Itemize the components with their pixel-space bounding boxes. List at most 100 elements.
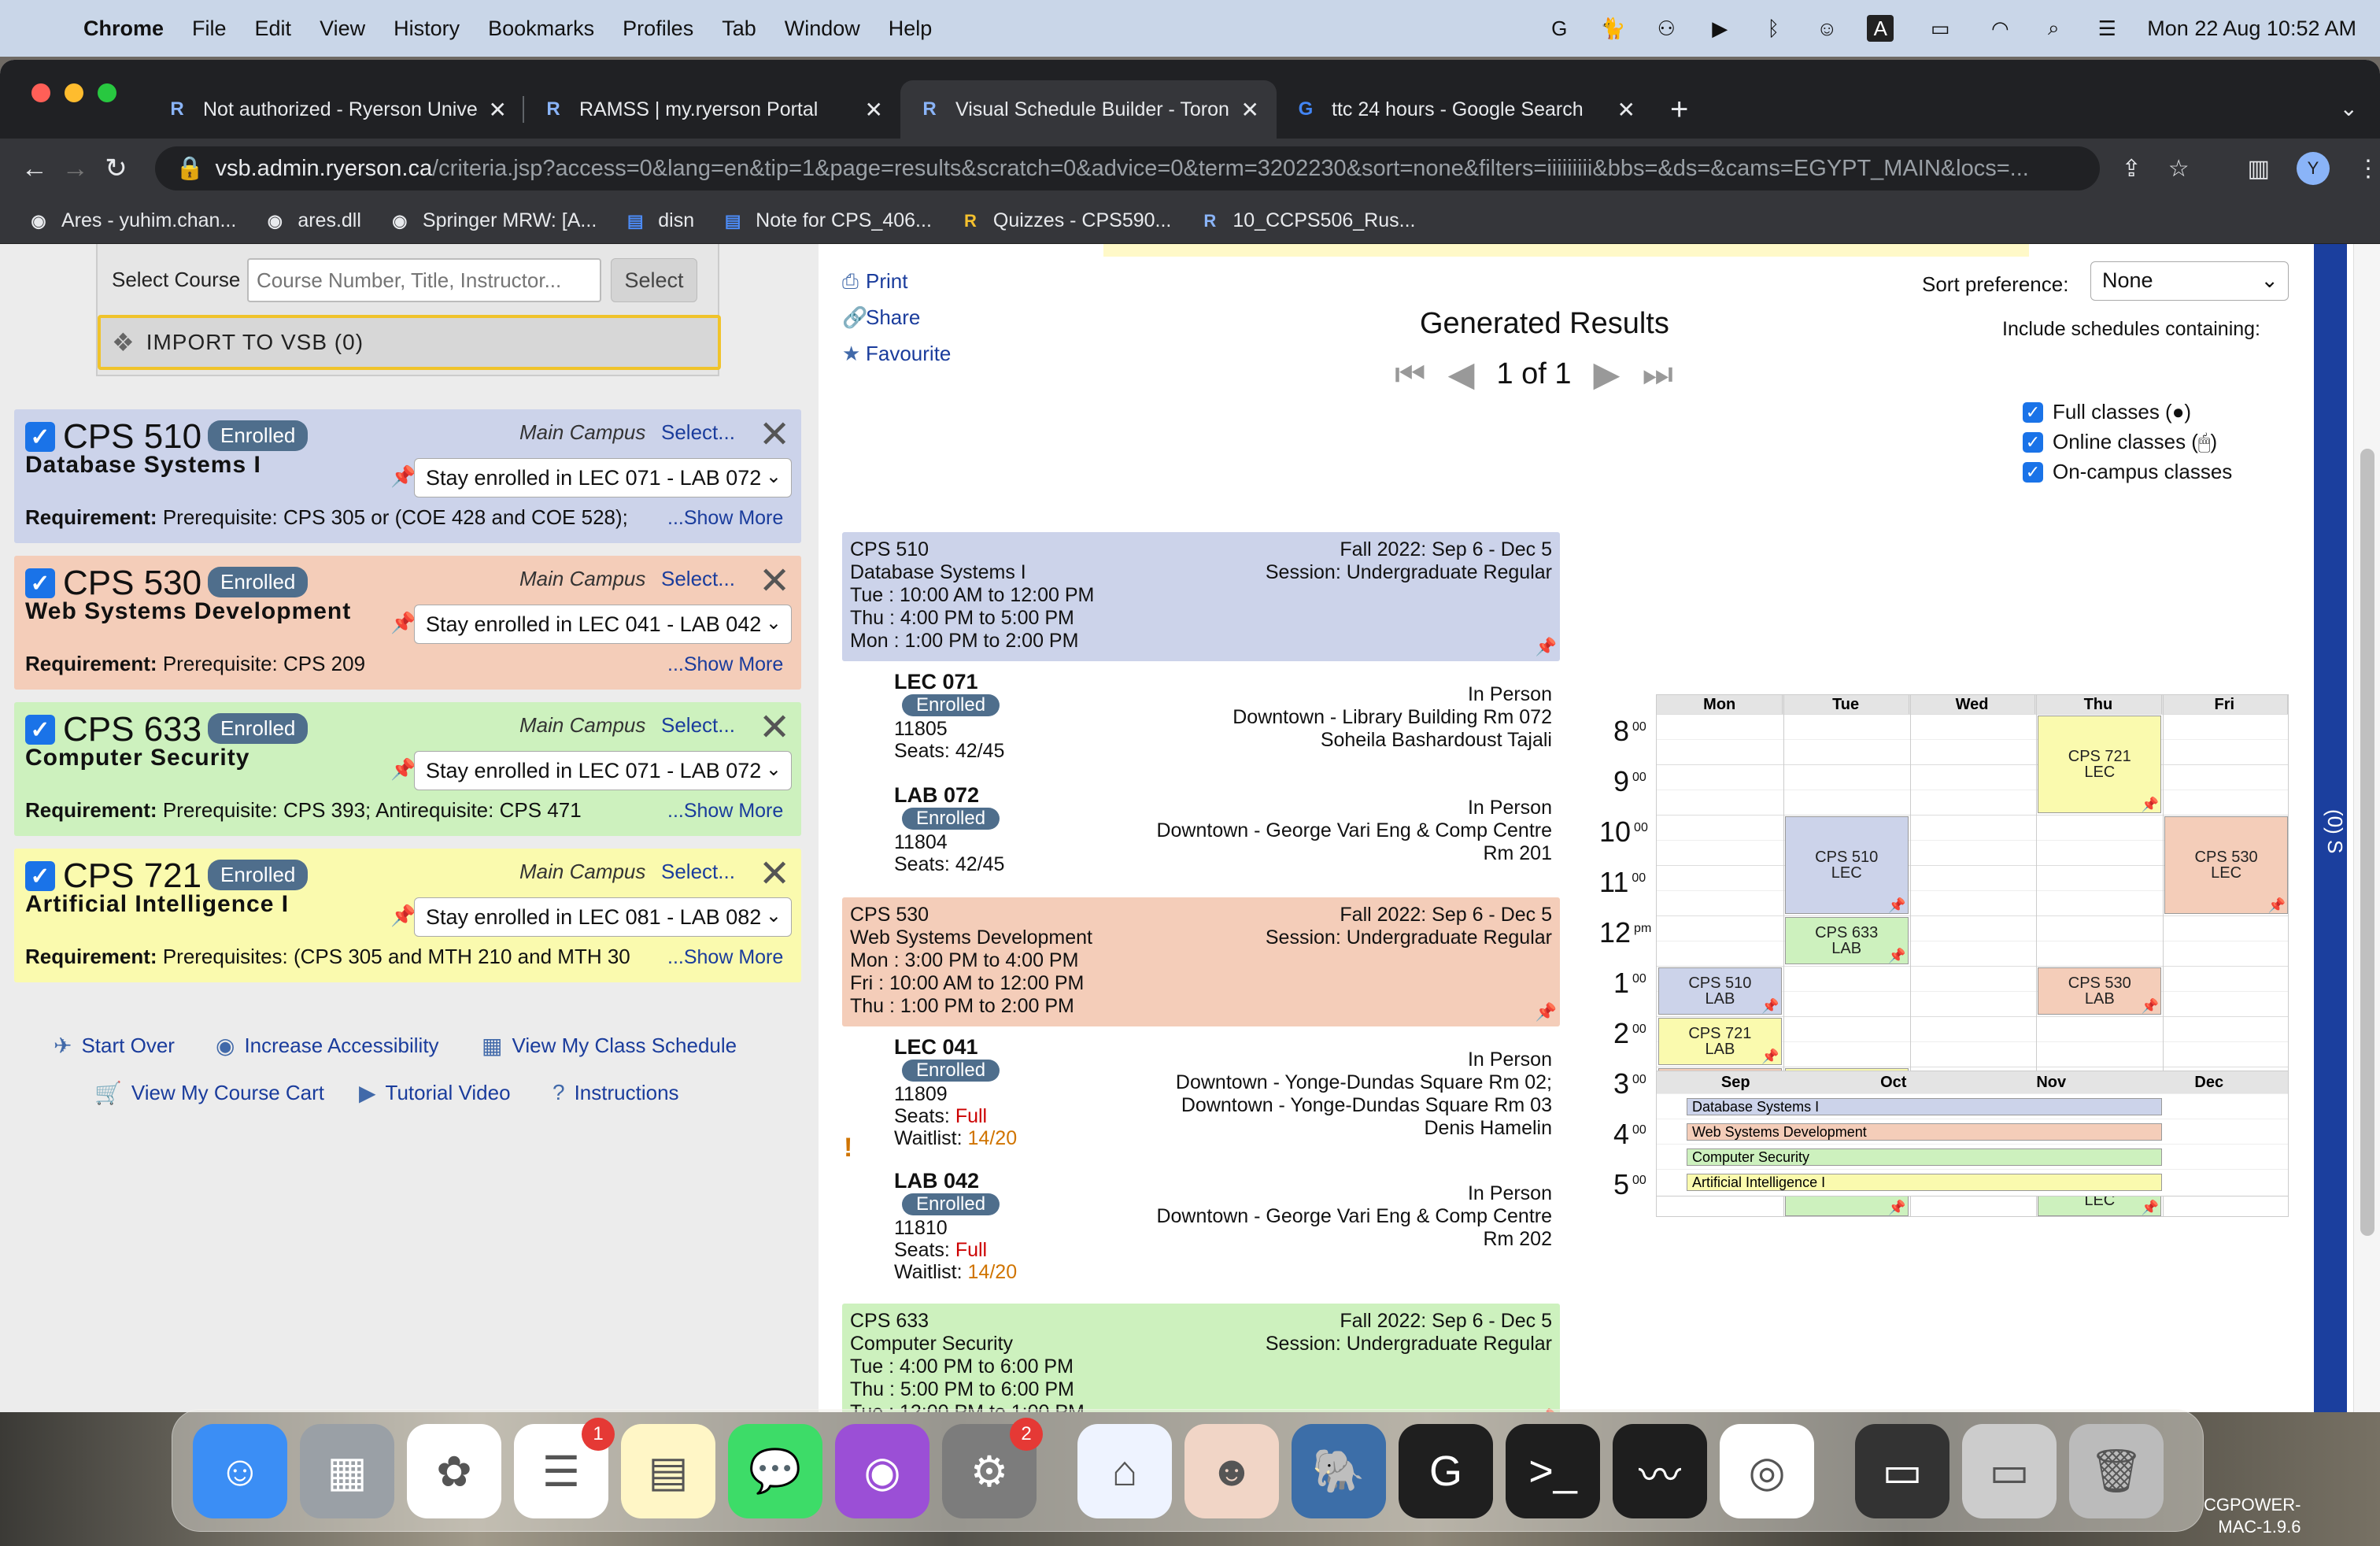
bookmark-ccps506[interactable]: R 10_CCPS506_Rus... xyxy=(1198,209,1415,233)
dock-anime-icon[interactable]: ☻ xyxy=(1184,1424,1279,1518)
select-campus-link[interactable]: Select... xyxy=(661,860,735,884)
dock-trash-icon[interactable]: 🗑 xyxy=(2069,1424,2164,1518)
grammarly-icon[interactable]: G xyxy=(1546,15,1572,42)
show-more-link[interactable]: ...Show More xyxy=(667,653,783,676)
menu-window[interactable]: Window xyxy=(785,17,860,41)
user-icon[interactable]: ☺ xyxy=(1813,15,1840,42)
on-campus-classes-checkbox[interactable]: ✓ On-campus classes xyxy=(2023,460,2232,484)
view-course-cart-link[interactable]: 🛒 View My Course Cart xyxy=(94,1080,324,1106)
schedule-block[interactable]: CPS 633 LAB 📌 xyxy=(1784,917,1909,964)
full-classes-checkbox[interactable]: ✓ Full classes (●) xyxy=(2023,400,2191,424)
schedule-block[interactable]: CPS 510 LAB 📌 xyxy=(1658,967,1782,1015)
battery-icon[interactable]: ▭ xyxy=(1920,15,1960,42)
remove-course-icon[interactable]: ✕ xyxy=(759,705,790,749)
bookmark-quizzes[interactable]: R Quizzes - CPS590... xyxy=(959,209,1171,233)
butterfly-icon[interactable]: ⚇ xyxy=(1653,15,1680,42)
first-page-icon[interactable]: ⏮ xyxy=(1395,355,1426,394)
profile-avatar[interactable]: Y xyxy=(2297,152,2330,185)
control-center-icon[interactable]: ☰ xyxy=(2094,15,2120,42)
import-to-vsb-button[interactable]: ❖ IMPORT TO VSB (0) xyxy=(98,315,721,370)
a-icon[interactable]: A xyxy=(1867,15,1894,42)
select-campus-link[interactable]: Select... xyxy=(661,713,735,738)
pin-icon[interactable]: 📌 xyxy=(390,904,416,928)
share-link[interactable]: 🔗Share xyxy=(842,299,951,335)
close-tab-icon[interactable]: ✕ xyxy=(1617,97,1635,123)
side-panel-icon[interactable]: ▥ xyxy=(2248,155,2270,183)
previous-page-icon[interactable]: ◀ xyxy=(1448,354,1475,394)
pin-icon[interactable]: 📌 xyxy=(1536,635,1557,658)
tab-google-search[interactable]: G ttc 24 hours - Google Search ✕ xyxy=(1277,80,1653,139)
bookmark-ares[interactable]: ◉ Ares - yuhim.chan... xyxy=(27,209,236,233)
menubar-clock[interactable]: Mon 22 Aug 10:52 AM xyxy=(2147,17,2356,41)
bookmark-springer[interactable]: ◉ Springer MRW: [A... xyxy=(388,209,597,233)
cat-icon[interactable]: 🐈 xyxy=(1599,15,1626,42)
menu-bookmarks[interactable]: Bookmarks xyxy=(488,17,594,41)
course-search-input[interactable] xyxy=(247,258,601,302)
dock-podcasts-icon[interactable]: ◉ xyxy=(835,1424,929,1518)
sort-preference-select[interactable]: None ⌄ xyxy=(2090,261,2289,301)
dock-chrome-icon[interactable]: ◎ xyxy=(1720,1424,1814,1518)
dock-photos-icon[interactable]: ✿ xyxy=(407,1424,501,1518)
enrollment-option-select[interactable]: Stay enrolled in LEC 081 - LAB 082 ⌄ xyxy=(414,897,792,937)
dock-system-preferences-icon[interactable]: ⚙ 2 xyxy=(942,1418,1043,1518)
dock-app-store-like-icon[interactable]: ⌂ xyxy=(1077,1424,1172,1518)
menu-profiles[interactable]: Profiles xyxy=(623,17,693,41)
dock-messages-icon[interactable]: 💬 xyxy=(728,1424,822,1518)
tutorial-video-link[interactable]: ▶ Tutorial Video xyxy=(359,1080,511,1106)
start-over-link[interactable]: ✈ Start Over xyxy=(54,1033,175,1059)
minimize-window-button[interactable] xyxy=(65,83,83,102)
menu-edit[interactable]: Edit xyxy=(255,17,292,41)
close-window-button[interactable] xyxy=(31,83,50,102)
tab-visual-schedule-builder[interactable]: R Visual Schedule Builder - Toron ✕ xyxy=(900,80,1277,139)
show-more-link[interactable]: ...Show More xyxy=(667,946,783,969)
pin-icon[interactable]: 📌 xyxy=(1888,948,1905,963)
new-tab-button[interactable]: + xyxy=(1670,92,1688,128)
pin-icon[interactable]: 📌 xyxy=(1536,1000,1557,1023)
forward-button[interactable]: → xyxy=(55,153,96,184)
back-button[interactable]: ← xyxy=(14,153,55,184)
reload-button[interactable]: ↻ xyxy=(96,153,137,184)
tab-not-authorized[interactable]: R Not authorized - Ryerson Unive ✕ xyxy=(148,80,524,139)
zoom-window-button[interactable] xyxy=(98,83,116,102)
scrollbar-thumb[interactable] xyxy=(2360,449,2374,1236)
search-icon[interactable]: ⌕ xyxy=(2040,15,2067,42)
pin-icon[interactable]: 📌 xyxy=(1761,1049,1779,1064)
dock-terminal-icon[interactable]: >_ xyxy=(1506,1424,1600,1518)
next-page-icon[interactable]: ▶ xyxy=(1594,354,1621,394)
menu-tab[interactable]: Tab xyxy=(722,17,756,41)
select-campus-link[interactable]: Select... xyxy=(661,420,735,445)
dock-window-preview-2-icon[interactable]: ▭ xyxy=(1962,1424,2057,1518)
increase-accessibility-link[interactable]: ◉ Increase Accessibility xyxy=(216,1033,439,1059)
bluetooth-icon[interactable]: ᛒ xyxy=(1760,15,1787,42)
show-more-link[interactable]: ...Show More xyxy=(667,507,783,530)
close-tab-icon[interactable]: ✕ xyxy=(865,97,883,123)
bookmark-star-icon[interactable]: ☆ xyxy=(2168,155,2190,183)
pin-icon[interactable]: 📌 xyxy=(2142,998,2159,1014)
course-checkbox[interactable]: ✓ xyxy=(25,715,55,745)
schedule-block[interactable]: CPS 721 LAB 📌 xyxy=(1658,1018,1782,1065)
pin-icon[interactable]: 📌 xyxy=(390,611,416,635)
pin-icon[interactable]: 📌 xyxy=(1888,1200,1905,1215)
chrome-menu-icon[interactable]: ⋮ xyxy=(2356,155,2380,183)
schedule-block[interactable]: CPS 530 LAB 📌 xyxy=(2038,967,2162,1015)
course-checkbox[interactable]: ✓ xyxy=(25,861,55,891)
dock-pgadmin-icon[interactable]: 🐘 xyxy=(1292,1424,1386,1518)
close-tab-icon[interactable]: ✕ xyxy=(1241,97,1259,123)
print-link[interactable]: ⎙ Print xyxy=(842,263,951,299)
share-icon[interactable]: ⇪ xyxy=(2122,155,2142,183)
bookmark-disn[interactable]: ▤ disn xyxy=(623,209,694,233)
menu-app-name[interactable]: Chrome xyxy=(83,17,164,41)
cart-side-tab[interactable]: (0) S xyxy=(2314,244,2347,1412)
select-campus-link[interactable]: Select... xyxy=(661,567,735,591)
enrollment-option-select[interactable]: Stay enrolled in LEC 041 - LAB 042 ⌄ xyxy=(414,605,792,644)
pin-icon[interactable]: 📌 xyxy=(390,757,416,782)
tab-ramss[interactable]: R RAMSS | my.ryerson Portal ✕ xyxy=(524,80,900,139)
schedule-block[interactable]: CPS 530LEC 📌 xyxy=(2164,816,2288,914)
course-checkbox[interactable]: ✓ xyxy=(25,568,55,598)
menu-history[interactable]: History xyxy=(394,17,460,41)
play-icon[interactable]: ▶ xyxy=(1706,15,1733,42)
menu-file[interactable]: File xyxy=(192,17,227,41)
dock-finder-icon[interactable]: ☺ xyxy=(193,1424,287,1518)
pin-icon[interactable]: 📌 xyxy=(1888,897,1905,913)
pin-icon[interactable]: 📌 xyxy=(2268,897,2286,913)
